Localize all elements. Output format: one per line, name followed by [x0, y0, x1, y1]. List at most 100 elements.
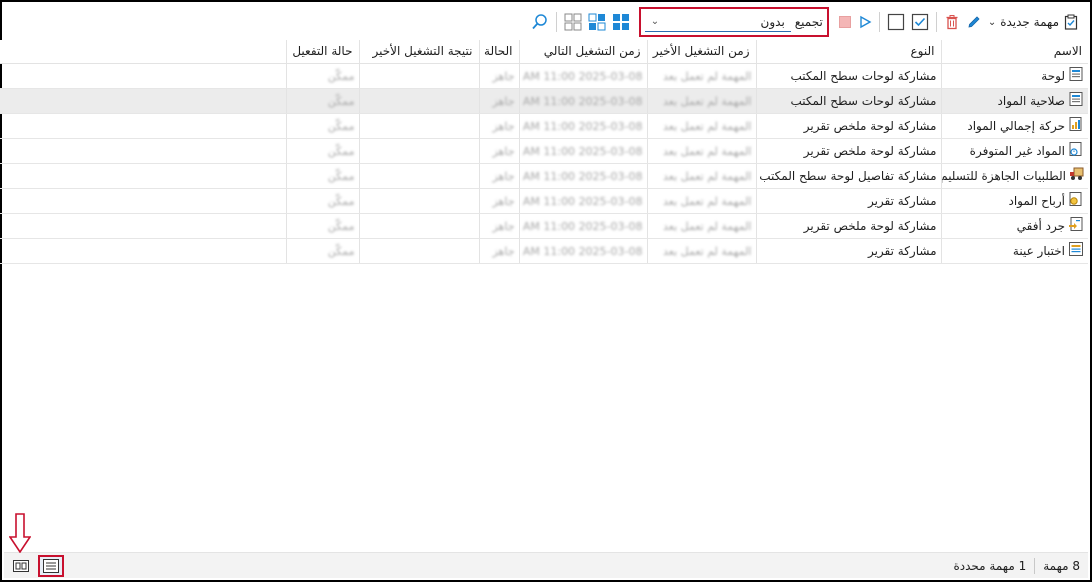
column-header-status[interactable]: الحالة — [479, 40, 520, 64]
view-tiles-small-button[interactable] — [561, 10, 585, 34]
cell-last-run: المهمة لم تعمل بعد — [647, 113, 757, 139]
table-header-row: الاسم النوع زمن التشغيل الأخير زمن التشغ… — [0, 40, 1088, 64]
search-button[interactable] — [528, 10, 552, 34]
status-value: جاهز — [492, 169, 515, 183]
table-row[interactable]: الطلبيات الجاهزة للتسليم مشاركة تفاصيل لو… — [0, 163, 1088, 189]
activation-value: ممكّن — [327, 244, 355, 258]
view-tiles-medium-button[interactable] — [585, 10, 609, 34]
cell-next-run: 2025-03-08 11:00 AM — [519, 88, 648, 114]
grouping-control: تجميع بدون ⌄ — [638, 7, 829, 37]
name-wrapper: أرباح المواد — [946, 191, 1085, 210]
table-row[interactable]: صلاحية المواد مشاركة لوحات سطح المكتب المه… — [0, 88, 1088, 114]
grouping-select[interactable]: بدون ⌄ — [644, 12, 791, 32]
next-run-value: 2025-03-08 11:00 AM — [522, 94, 643, 108]
table-row[interactable]: حركة إجمالي المواد مشاركة لوحة ملخص تقرير… — [0, 113, 1088, 139]
cell-activation: ممكّن — [286, 188, 360, 214]
table-row[interactable]: اختبار عينة مشاركة تقرير المهمة لم تعمل بع… — [0, 238, 1088, 264]
grid-large-icon — [612, 14, 629, 30]
cell-status: جاهز — [479, 188, 520, 214]
column-header-last-result[interactable]: نتيجة التشغيل الأخير — [359, 40, 480, 64]
cell-status: جاهز — [479, 113, 520, 139]
table-row[interactable]: لوحة مشاركة لوحات سطح المكتب المهمة لم تعم… — [0, 63, 1088, 89]
cell-activation: ممكّن — [286, 63, 360, 89]
name-wrapper: الطلبيات الجاهزة للتسليم — [941, 166, 1086, 185]
cell-name[interactable]: لوحة — [941, 63, 1088, 89]
task-name: لوحة — [1041, 68, 1065, 83]
status-bar: 8 مهمة 1 مهمة محددة — [4, 552, 1088, 578]
task-name: حركة إجمالي المواد — [967, 118, 1065, 133]
last-run-value: المهمة لم تعمل بعد — [663, 169, 752, 183]
column-header-activation[interactable]: حالة التفعيل — [286, 40, 360, 64]
name-wrapper: لوحة — [946, 66, 1085, 85]
enable-button[interactable] — [908, 10, 932, 34]
list-view-button[interactable] — [38, 555, 64, 577]
new-task-button[interactable]: مهمة جديدة ⌄ — [985, 10, 1082, 34]
last-run-value: المهمة لم تعمل بعد — [663, 94, 752, 108]
next-run-value: 2025-03-08 11:00 AM — [522, 144, 643, 158]
cell-name[interactable]: الطلبيات الجاهزة للتسليم — [941, 163, 1088, 189]
name-wrapper: جرد أفقي — [946, 216, 1085, 235]
clipboard-icon — [1064, 14, 1078, 30]
edit-button[interactable] — [963, 10, 985, 34]
dashboard-icon — [1068, 66, 1084, 85]
status-value: جاهز — [492, 244, 515, 258]
cell-last-result — [359, 138, 480, 164]
task-name: أرباح المواد — [1008, 193, 1066, 208]
new-task-label: مهمة جديدة — [1000, 15, 1059, 29]
activation-value: ممكّن — [327, 144, 355, 158]
cell-last-run: المهمة لم تعمل بعد — [647, 213, 757, 239]
inventory-report-icon — [1068, 216, 1084, 235]
dashboard-icon — [1068, 91, 1084, 110]
run-button[interactable] — [855, 10, 875, 34]
cell-name[interactable]: أرباح المواد — [941, 188, 1088, 214]
card-view-button[interactable] — [8, 555, 34, 577]
status-value: جاهز — [492, 119, 515, 133]
cell-status: جاهز — [479, 163, 520, 189]
table-row[interactable]: أرباح المواد مشاركة تقرير المهمة لم تعمل ب… — [0, 188, 1088, 214]
task-name: الطلبيات الجاهزة للتسليم — [941, 168, 1066, 183]
cell-type: مشاركة لوحات سطح المكتب — [756, 63, 942, 89]
status-value: جاهز — [492, 94, 515, 108]
cell-next-run: 2025-03-08 11:00 AM — [519, 213, 648, 239]
cell-name[interactable]: حركة إجمالي المواد — [941, 113, 1088, 139]
column-header-type[interactable]: النوع — [756, 40, 942, 64]
trash-icon — [946, 15, 958, 30]
cell-name[interactable]: جرد أفقي — [941, 213, 1088, 239]
cell-status: جاهز — [479, 88, 520, 114]
view-switcher — [8, 555, 64, 577]
cell-filler — [0, 88, 287, 114]
view-tiles-large-button[interactable] — [609, 10, 633, 34]
table-body: لوحة مشاركة لوحات سطح المكتب المهمة لم تعم… — [0, 63, 1088, 264]
activation-value: ممكّن — [327, 94, 355, 108]
last-run-value: المهمة لم تعمل بعد — [663, 219, 752, 233]
activation-value: ممكّن — [327, 169, 355, 183]
chevron-down-icon[interactable]: ⌄ — [988, 17, 996, 28]
delete-button[interactable] — [941, 10, 963, 34]
column-header-next-run[interactable]: زمن التشغيل التالي — [519, 40, 648, 64]
cell-name[interactable]: اختبار عينة — [941, 238, 1088, 264]
toolbar-divider — [935, 12, 937, 32]
last-run-value: المهمة لم تعمل بعد — [663, 69, 752, 83]
cell-activation: ممكّن — [286, 163, 360, 189]
cell-name[interactable]: صلاحية المواد — [941, 88, 1088, 114]
stop-button[interactable] — [835, 10, 855, 34]
table-row[interactable]: جرد أفقي مشاركة لوحة ملخص تقرير المهمة لم … — [0, 213, 1088, 239]
checkbox-checked-icon — [911, 13, 928, 31]
cell-last-result — [359, 163, 480, 189]
cell-type: مشاركة تقرير — [756, 238, 942, 264]
table-row[interactable]: المواد غير المتوفرة مشاركة لوحة ملخص تقري… — [0, 138, 1088, 164]
profit-report-icon — [1068, 191, 1084, 210]
column-header-name[interactable]: الاسم — [941, 40, 1088, 64]
cell-type: مشاركة لوحة ملخص تقرير — [756, 213, 942, 239]
disable-button[interactable] — [884, 10, 908, 34]
next-run-value: 2025-03-08 11:00 AM — [522, 194, 643, 208]
next-run-value: 2025-03-08 11:00 AM — [522, 169, 643, 183]
cell-status: جاهز — [479, 63, 520, 89]
grid-medium-icon — [588, 13, 606, 31]
column-header-last-run[interactable]: زمن التشغيل الأخير — [647, 40, 757, 64]
cell-activation: ممكّن — [286, 88, 360, 114]
cell-last-run: المهمة لم تعمل بعد — [647, 63, 757, 89]
cell-name[interactable]: المواد غير المتوفرة — [941, 138, 1088, 164]
next-run-value: 2025-03-08 11:00 AM — [522, 119, 643, 133]
cell-filler — [0, 188, 287, 214]
